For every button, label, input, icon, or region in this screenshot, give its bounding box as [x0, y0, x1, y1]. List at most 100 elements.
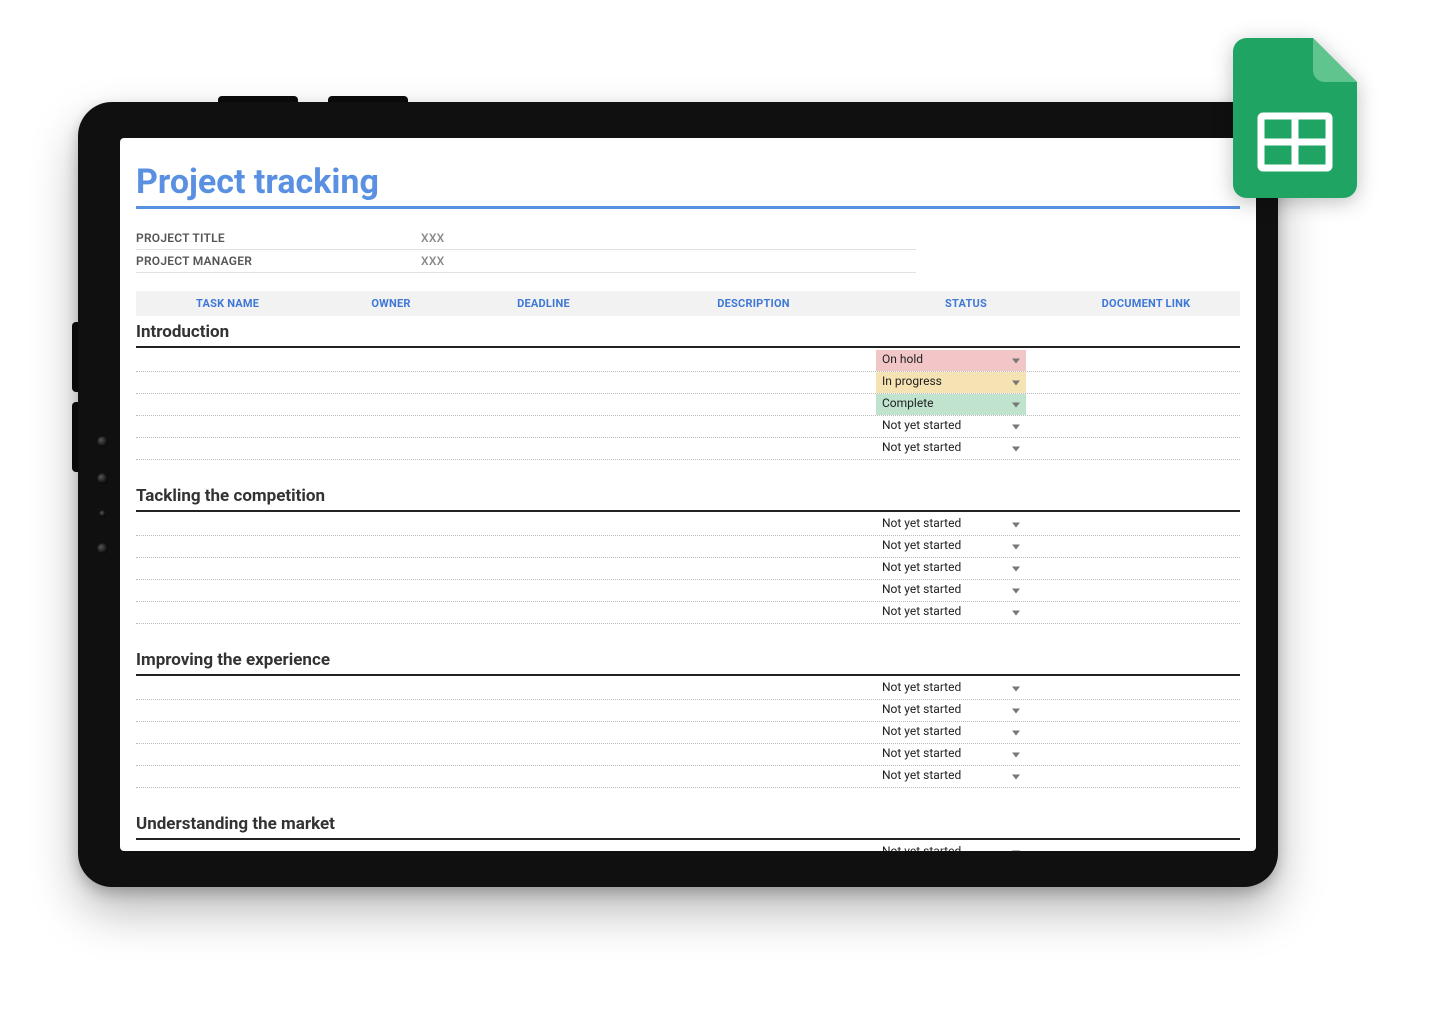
cell-link[interactable]: [1026, 558, 1206, 579]
cell-task[interactable]: [136, 394, 326, 415]
cell-desc[interactable]: [631, 558, 876, 579]
cell-deadline[interactable]: [456, 350, 631, 371]
page-title: Project tracking: [136, 162, 1240, 209]
status-dropdown[interactable]: Not yet started: [876, 842, 1026, 851]
cell-deadline[interactable]: [456, 602, 631, 623]
cell-deadline[interactable]: [456, 842, 631, 851]
cell-desc[interactable]: [631, 438, 876, 459]
cell-owner[interactable]: [326, 766, 456, 787]
cell-desc[interactable]: [631, 394, 876, 415]
cell-task[interactable]: [136, 602, 326, 623]
cell-link[interactable]: [1026, 416, 1206, 437]
cell-task[interactable]: [136, 514, 326, 535]
cell-owner[interactable]: [326, 416, 456, 437]
cell-deadline[interactable]: [456, 766, 631, 787]
cell-task[interactable]: [136, 678, 326, 699]
status-dropdown[interactable]: Not yet started: [876, 416, 1026, 437]
status-dropdown[interactable]: Not yet started: [876, 580, 1026, 601]
cell-desc[interactable]: [631, 700, 876, 721]
cell-desc[interactable]: [631, 514, 876, 535]
status-dropdown[interactable]: Not yet started: [876, 700, 1026, 721]
cell-task[interactable]: [136, 558, 326, 579]
cell-deadline[interactable]: [456, 394, 631, 415]
cell-deadline[interactable]: [456, 558, 631, 579]
cell-owner[interactable]: [326, 536, 456, 557]
cell-link[interactable]: [1026, 350, 1206, 371]
cell-task[interactable]: [136, 350, 326, 371]
cell-desc[interactable]: [631, 842, 876, 851]
cell-deadline[interactable]: [456, 416, 631, 437]
cell-desc[interactable]: [631, 766, 876, 787]
status-dropdown[interactable]: In progress: [876, 372, 1026, 393]
cell-link[interactable]: [1026, 394, 1206, 415]
cell-owner[interactable]: [326, 842, 456, 851]
cell-link[interactable]: [1026, 766, 1206, 787]
cell-link[interactable]: [1026, 372, 1206, 393]
cell-desc[interactable]: [631, 722, 876, 743]
cell-link[interactable]: [1026, 602, 1206, 623]
cell-deadline[interactable]: [456, 536, 631, 557]
cell-owner[interactable]: [326, 678, 456, 699]
cell-task[interactable]: [136, 766, 326, 787]
status-dropdown[interactable]: Not yet started: [876, 438, 1026, 459]
cell-desc[interactable]: [631, 350, 876, 371]
status-dropdown[interactable]: Not yet started: [876, 536, 1026, 557]
status-dropdown[interactable]: Not yet started: [876, 722, 1026, 743]
cell-task[interactable]: [136, 580, 326, 601]
cell-deadline[interactable]: [456, 744, 631, 765]
cell-task[interactable]: [136, 372, 326, 393]
cell-owner[interactable]: [326, 558, 456, 579]
cell-task[interactable]: [136, 722, 326, 743]
cell-desc[interactable]: [631, 580, 876, 601]
cell-owner[interactable]: [326, 372, 456, 393]
cell-link[interactable]: [1026, 722, 1206, 743]
status-dropdown[interactable]: On hold: [876, 350, 1026, 371]
cell-deadline[interactable]: [456, 678, 631, 699]
cell-owner[interactable]: [326, 602, 456, 623]
cell-owner[interactable]: [326, 700, 456, 721]
meta-value[interactable]: XXX: [421, 231, 444, 245]
cell-task[interactable]: [136, 536, 326, 557]
cell-link[interactable]: [1026, 536, 1206, 557]
cell-owner[interactable]: [326, 350, 456, 371]
status-dropdown[interactable]: Not yet started: [876, 766, 1026, 787]
cell-link[interactable]: [1026, 744, 1206, 765]
cell-link[interactable]: [1026, 438, 1206, 459]
cell-owner[interactable]: [326, 580, 456, 601]
cell-deadline[interactable]: [456, 514, 631, 535]
cell-deadline[interactable]: [456, 580, 631, 601]
cell-desc[interactable]: [631, 416, 876, 437]
status-dropdown[interactable]: Not yet started: [876, 744, 1026, 765]
cell-owner[interactable]: [326, 722, 456, 743]
status-dropdown[interactable]: Not yet started: [876, 514, 1026, 535]
cell-deadline[interactable]: [456, 438, 631, 459]
cell-desc[interactable]: [631, 602, 876, 623]
cell-link[interactable]: [1026, 842, 1206, 851]
cell-task[interactable]: [136, 416, 326, 437]
cell-desc[interactable]: [631, 536, 876, 557]
cell-deadline[interactable]: [456, 722, 631, 743]
cell-task[interactable]: [136, 438, 326, 459]
cell-desc[interactable]: [631, 372, 876, 393]
status-dropdown[interactable]: Complete: [876, 394, 1026, 415]
status-dropdown[interactable]: Not yet started: [876, 678, 1026, 699]
cell-task[interactable]: [136, 700, 326, 721]
status-dropdown[interactable]: Not yet started: [876, 558, 1026, 579]
cell-deadline[interactable]: [456, 372, 631, 393]
cell-link[interactable]: [1026, 700, 1206, 721]
meta-value[interactable]: XXX: [421, 254, 444, 268]
status-dropdown[interactable]: Not yet started: [876, 602, 1026, 623]
cell-desc[interactable]: [631, 678, 876, 699]
cell-link[interactable]: [1026, 514, 1206, 535]
cell-deadline[interactable]: [456, 700, 631, 721]
cell-task[interactable]: [136, 842, 326, 851]
cell-owner[interactable]: [326, 438, 456, 459]
chevron-down-icon: [1012, 358, 1020, 363]
cell-owner[interactable]: [326, 744, 456, 765]
cell-link[interactable]: [1026, 580, 1206, 601]
cell-link[interactable]: [1026, 678, 1206, 699]
cell-owner[interactable]: [326, 514, 456, 535]
cell-owner[interactable]: [326, 394, 456, 415]
cell-task[interactable]: [136, 744, 326, 765]
cell-desc[interactable]: [631, 744, 876, 765]
